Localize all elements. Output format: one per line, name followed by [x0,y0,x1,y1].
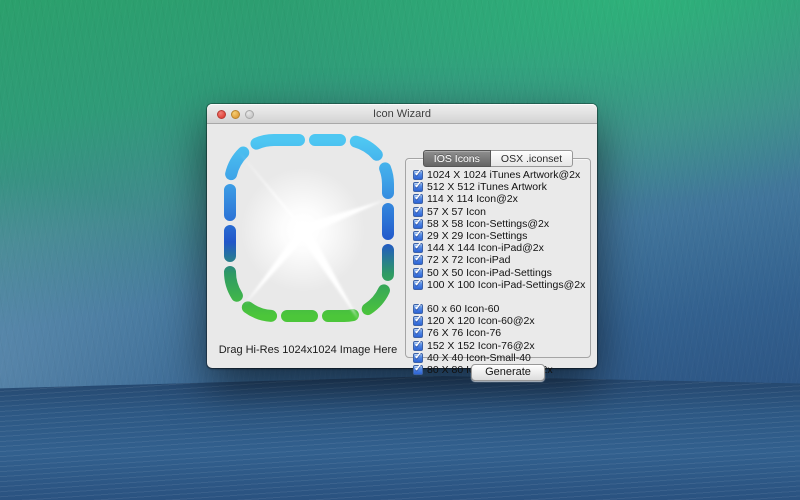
image-drop-zone[interactable]: Drag Hi-Res 1024x1024 Image Here [217,128,399,342]
icon-size-row: 29 X 29 Icon-Settings [413,230,590,242]
tab-osx-iconset[interactable]: OSX .iconset [491,150,573,167]
icon-group-iphone: 1024 X 1024 iTunes Artwork@2x 512 X 512 … [413,169,590,291]
generate-button[interactable]: Generate [471,364,545,381]
icon-size-row: 50 X 50 Icon-iPad-Settings [413,267,590,279]
wallpaper-foreground-water [0,376,800,500]
icon-size-row: 114 X 114 Icon@2x [413,193,590,205]
checkbox-checked-icon[interactable] [413,182,423,192]
checkbox-checked-icon[interactable] [413,194,423,204]
tab-ios-icons[interactable]: IOS Icons [423,150,491,167]
icon-size-label: 512 X 512 iTunes Artwork [427,181,547,193]
icon-size-label: 100 X 100 Icon-iPad-Settings@2x [427,279,585,291]
checkbox-checked-icon[interactable] [413,353,423,363]
checkbox-checked-icon[interactable] [413,268,423,278]
icon-size-row: 40 X 40 Icon-Small-40 [413,352,590,364]
icon-size-label: 144 X 144 Icon-iPad@2x [427,242,544,254]
icon-size-label: 50 X 50 Icon-iPad-Settings [427,267,552,279]
checkbox-checked-icon[interactable] [413,316,423,326]
icon-size-label: 29 X 29 Icon-Settings [427,230,527,242]
checkbox-checked-icon[interactable] [413,304,423,314]
icon-size-label: 72 X 72 Icon-iPad [427,254,510,266]
checkbox-checked-icon[interactable] [413,170,423,180]
checkbox-checked-icon[interactable] [413,243,423,253]
icon-size-label: 57 X 57 Icon [427,206,486,218]
checkbox-checked-icon[interactable] [413,255,423,265]
icon-size-checklist: 1024 X 1024 iTunes Artwork@2x 512 X 512 … [406,159,590,376]
icon-size-row: 144 X 144 Icon-iPad@2x [413,242,590,254]
icon-size-row: 57 X 57 Icon [413,206,590,218]
icon-size-row: 60 x 60 Icon-60 [413,303,590,315]
icon-size-row: 120 X 120 Icon-60@2x [413,315,590,327]
icon-size-label: 152 X 152 Icon-76@2x [427,340,535,352]
icon-size-label: 1024 X 1024 iTunes Artwork@2x [427,169,580,181]
dashed-icon-placeholder-icon [217,128,399,342]
titlebar[interactable]: Icon Wizard [207,104,597,124]
checkbox-checked-icon[interactable] [413,341,423,351]
window-title: Icon Wizard [207,104,597,124]
icon-size-label: 60 x 60 Icon-60 [427,303,499,315]
checkbox-checked-icon[interactable] [413,231,423,241]
icon-size-row: 152 X 152 Icon-76@2x [413,339,590,351]
icon-size-label: 76 X 76 Icon-76 [427,327,501,339]
window-content: Drag Hi-Res 1024x1024 Image Here IOS Ico… [207,124,597,367]
icon-size-row: 76 X 76 Icon-76 [413,327,590,339]
icon-size-label: 58 X 58 Icon-Settings@2x [427,218,549,230]
checkbox-checked-icon[interactable] [413,280,423,290]
icon-size-row: 58 X 58 Icon-Settings@2x [413,218,590,230]
drop-zone-caption: Drag Hi-Res 1024x1024 Image Here [217,344,399,356]
icon-size-label: 114 X 114 Icon@2x [427,193,518,205]
icon-wizard-window: Icon Wizard [207,104,597,368]
icon-list-panel: IOS Icons OSX .iconset 1024 X 1024 iTune… [405,158,591,358]
icon-size-label: 120 X 120 Icon-60@2x [427,315,535,327]
icon-size-label: 40 X 40 Icon-Small-40 [427,352,531,364]
icon-size-row: 512 X 512 iTunes Artwork [413,181,590,193]
icon-size-row: 72 X 72 Icon-iPad [413,254,590,266]
group-divider [413,291,590,303]
icon-size-row: 100 X 100 Icon-iPad-Settings@2x [413,279,590,291]
checkbox-checked-icon[interactable] [413,365,423,375]
icon-size-row: 1024 X 1024 iTunes Artwork@2x [413,169,590,181]
checkbox-checked-icon[interactable] [413,328,423,338]
tab-bar: IOS Icons OSX .iconset [406,150,590,167]
checkbox-checked-icon[interactable] [413,207,423,217]
checkbox-checked-icon[interactable] [413,219,423,229]
